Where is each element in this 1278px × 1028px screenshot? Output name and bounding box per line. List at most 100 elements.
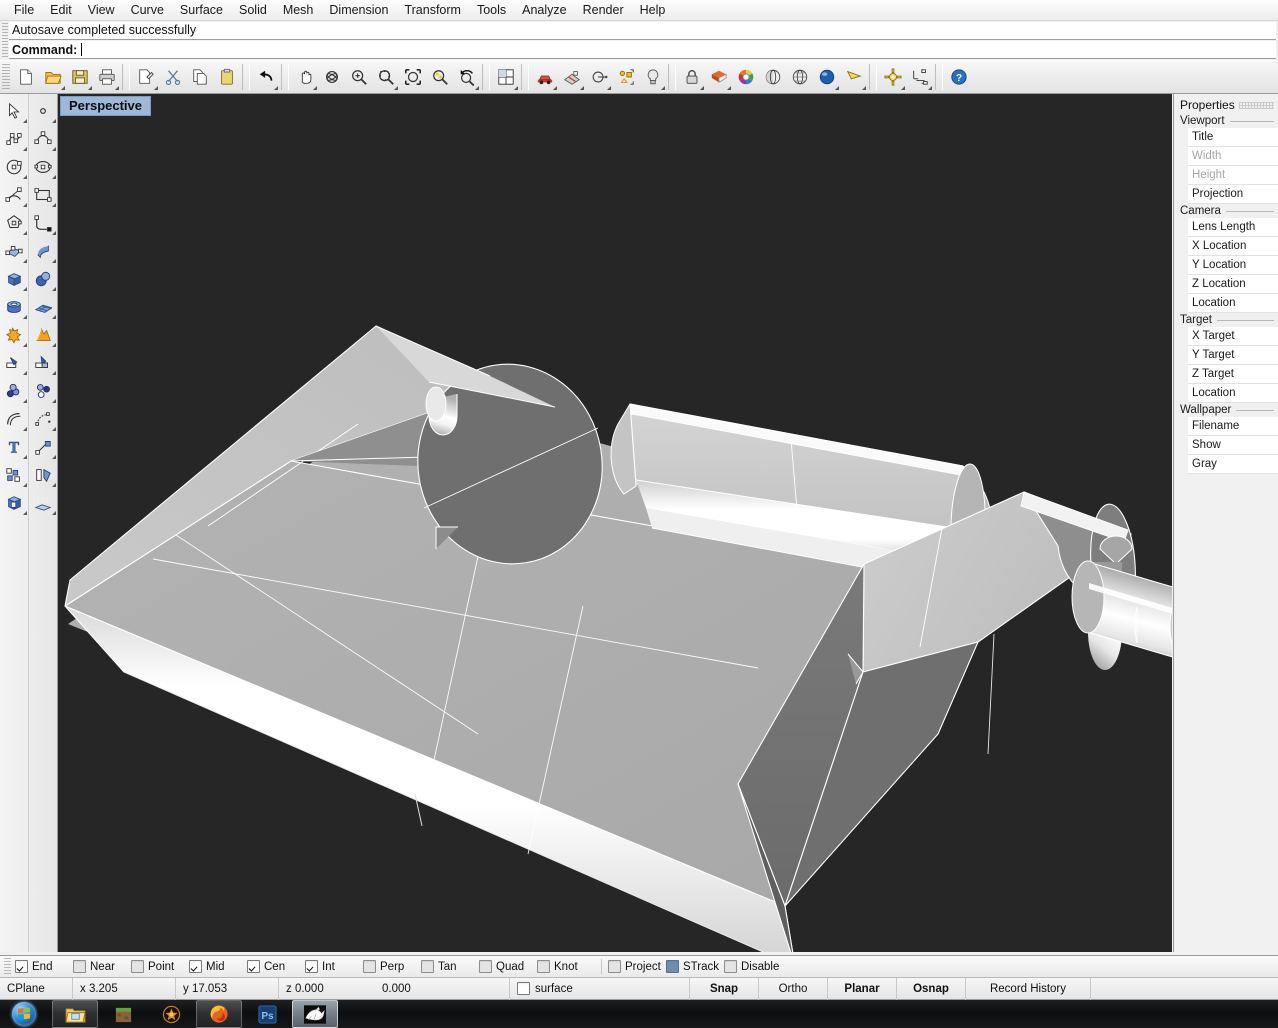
flyout-arrow-icon[interactable] [22,203,27,207]
mesh-icon[interactable] [30,293,57,321]
osnap-cen-checkbox[interactable] [247,960,260,973]
flyout-arrow-icon[interactable] [553,85,557,90]
osnap-near[interactable]: Near [73,960,131,973]
status-toggle-snap[interactable]: Snap [690,978,758,999]
property-row-x-target[interactable]: X Target [1188,327,1278,346]
osnap-perp[interactable]: Perp [363,960,421,973]
flyout-arrow-icon[interactable] [22,399,27,403]
arc-icon[interactable] [1,181,28,209]
trim-icon[interactable] [1,349,28,377]
zoom-selected-icon[interactable] [426,64,453,91]
zoom-window-icon[interactable] [372,64,399,91]
property-row-location[interactable]: Location [1188,294,1278,313]
lock-icon[interactable] [678,64,705,91]
flyout-arrow-icon[interactable] [51,175,56,179]
osnap-point[interactable]: Point [131,960,189,973]
menu-item-surface[interactable]: Surface [172,1,231,20]
cplane-icon[interactable] [585,64,612,91]
flyout-arrow-icon[interactable] [22,287,27,291]
menu-item-dimension[interactable]: Dimension [321,1,396,20]
flyout-arrow-icon[interactable] [22,119,27,123]
viewport-tab-perspective[interactable]: Perspective [60,96,151,116]
open-icon[interactable] [39,64,66,91]
status-cplane[interactable]: CPlane [0,978,72,999]
options-gear-icon[interactable] [879,64,906,91]
command-area-gripper[interactable] [2,23,8,58]
material-icon[interactable] [705,64,732,91]
layout-icon[interactable] [558,64,585,91]
zoom-extents-icon[interactable] [399,64,426,91]
menu-item-help[interactable]: Help [632,1,674,20]
undo-icon[interactable] [252,64,279,91]
flyout-arrow-icon[interactable] [22,315,27,319]
osnap-project-checkbox[interactable] [608,960,621,973]
osnap-end-checkbox[interactable] [15,960,28,973]
print-icon[interactable] [93,64,120,91]
flyout-arrow-icon[interactable] [51,259,56,263]
property-row-title[interactable]: Title [1188,128,1278,147]
menu-item-mesh[interactable]: Mesh [275,1,322,20]
menu-item-curve[interactable]: Curve [123,1,172,20]
four-viewports-icon[interactable] [492,64,519,91]
flyout-arrow-icon[interactable] [51,511,56,515]
status-toggle-osnap[interactable]: Osnap [897,978,965,999]
flyout-arrow-icon[interactable] [22,483,27,487]
osnap-perp-checkbox[interactable] [363,960,376,973]
polyline-icon[interactable] [1,125,28,153]
zoom-in-icon[interactable] [345,64,372,91]
flyout-arrow-icon[interactable] [580,85,584,90]
osnap-disable-checkbox[interactable] [724,960,737,973]
pan-icon[interactable] [291,64,318,91]
flyout-arrow-icon[interactable] [51,315,56,319]
boolean-difference-icon[interactable] [30,321,57,349]
copy-to-clipboard-icon[interactable] [132,64,159,91]
osnap-tan[interactable]: Tan [421,960,479,973]
ellipse-icon[interactable] [30,153,57,181]
osnap-disable[interactable]: Disable [724,960,782,973]
flyout-arrow-icon[interactable] [274,85,278,90]
flyout-arrow-icon[interactable] [51,231,56,235]
property-row-show[interactable]: Show [1188,436,1278,455]
menu-item-file[interactable]: File [6,1,42,20]
flyout-arrow-icon[interactable] [51,371,56,375]
blend-icon[interactable] [30,377,57,405]
select-arrow-icon[interactable] [1,97,28,125]
osnap-quad-checkbox[interactable] [479,960,492,973]
status-toggle-record-history[interactable]: Record History [966,978,1090,999]
boolean-union-icon[interactable] [1,321,28,349]
fillet-icon[interactable] [1,377,28,405]
osnap-mid[interactable]: Mid [189,960,247,973]
osnap-near-checkbox[interactable] [73,960,86,973]
curve-tools-icon[interactable] [30,209,57,237]
property-row-x-location[interactable]: X Location [1188,237,1278,256]
box-icon[interactable] [1,265,28,293]
menu-item-solid[interactable]: Solid [231,1,275,20]
rectangle-icon[interactable] [30,181,57,209]
property-row-projection[interactable]: Projection [1188,185,1278,204]
cut-icon[interactable] [159,64,186,91]
flyout-arrow-icon[interactable] [22,343,27,347]
osnap-end[interactable]: End [15,960,73,973]
paste-icon[interactable] [213,64,240,91]
text-icon[interactable]: T [1,433,28,461]
flyout-arrow-icon[interactable] [661,85,665,90]
rendered-view-icon[interactable] [813,64,840,91]
dimension-icon[interactable] [906,64,933,91]
flyout-arrow-icon[interactable] [22,371,27,375]
flyout-arrow-icon[interactable] [51,147,56,151]
flyout-arrow-icon[interactable] [51,427,56,431]
light-bulb-icon[interactable] [639,64,666,91]
shaded-view-icon[interactable] [759,64,786,91]
flamingo-icon[interactable] [840,64,867,91]
properties-panel-grip[interactable] [1238,101,1274,109]
perspective-viewport[interactable]: Perspective [58,94,1172,952]
flyout-arrow-icon[interactable] [22,231,27,235]
color-wheel-icon[interactable] [732,64,759,91]
copy-icon[interactable] [186,64,213,91]
flyout-arrow-icon[interactable] [313,85,317,90]
flyout-arrow-icon[interactable] [61,85,65,90]
flyout-arrow-icon[interactable] [51,399,56,403]
flyout-arrow-icon[interactable] [700,85,704,90]
osnap-knot[interactable]: Knot [537,960,595,973]
osnap-tan-checkbox[interactable] [421,960,434,973]
